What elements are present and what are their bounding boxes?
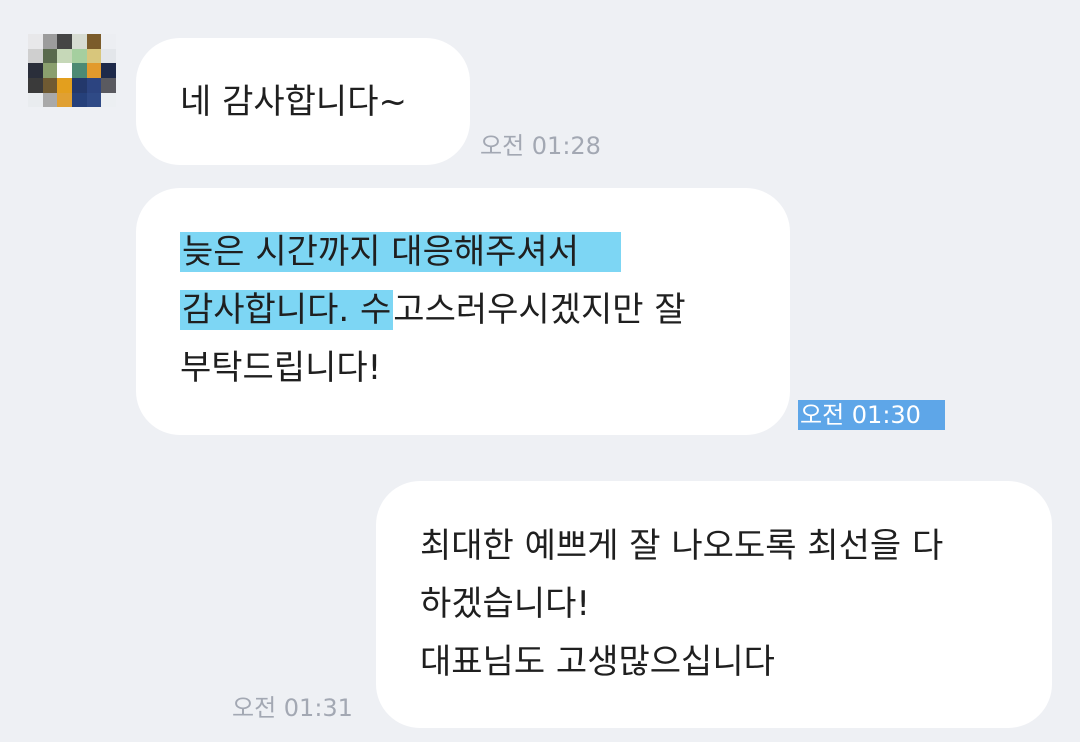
- message-text-line: 네 감사합니다~: [180, 73, 407, 131]
- avatar-pixel: [101, 63, 116, 78]
- avatar-pixel: [42, 107, 58, 122]
- avatar-pixel: [42, 78, 58, 93]
- avatar-pixel: [101, 34, 116, 49]
- avatar-pixel: [28, 48, 43, 64]
- message-timestamp-selected: 오전 01:30: [798, 400, 945, 430]
- avatar-pixel: [28, 34, 43, 49]
- avatar-pixel: [42, 34, 58, 49]
- avatar-pixel: [86, 48, 102, 64]
- avatar-pixel: [28, 107, 43, 122]
- avatar-pixel: [72, 48, 87, 64]
- message-text-line: 최대한 예쁘게 잘 나오도록 최선을 다: [420, 517, 943, 575]
- avatar-pixel: [57, 92, 72, 108]
- message-text: 부탁드립니다!: [180, 348, 382, 388]
- message-timestamp: 오전 01:31: [232, 694, 353, 722]
- avatar-pixel: [57, 63, 72, 78]
- avatar-pixel: [72, 63, 87, 78]
- message-text-line: 하겠습니다!: [420, 575, 590, 633]
- message-text: 최대한 예쁘게 잘 나오도록 최선을 다: [420, 526, 944, 566]
- avatar[interactable]: [28, 34, 116, 122]
- avatar-pixel: [57, 107, 72, 122]
- avatar-pixel: [101, 107, 116, 122]
- avatar-pixel: [28, 78, 43, 93]
- message-bubble-incoming[interactable]: 늦은 시간까지 대응해주셔서 감사합니다. 수고스러우시겠지만 잘 부탁드립니다…: [136, 188, 790, 435]
- message-text: 하겠습니다!: [420, 584, 591, 624]
- avatar-pixel: [57, 34, 72, 49]
- message-text: 대표님도 고생많으십니다: [420, 642, 775, 682]
- selected-text[interactable]: 감사합니다. 수: [180, 290, 394, 330]
- avatar-pixel: [101, 78, 116, 93]
- message-timestamp: 오전 01:28: [480, 132, 601, 160]
- avatar-pixel: [86, 78, 102, 93]
- avatar-pixel: [42, 63, 58, 78]
- avatar-pixel: [72, 92, 87, 108]
- message-bubble-incoming[interactable]: 네 감사합니다~: [136, 38, 470, 165]
- avatar-pixel: [86, 92, 102, 108]
- message-text-line: 대표님도 고생많으십니다: [420, 633, 775, 691]
- message-text-line: 늦은 시간까지 대응해주셔서: [180, 223, 621, 281]
- avatar-pixel: [86, 34, 102, 49]
- avatar-pixel: [42, 48, 58, 64]
- message-text: 네 감사합니다~: [180, 82, 407, 122]
- avatar-pixel: [28, 63, 43, 78]
- avatar-pixel: [86, 107, 102, 122]
- avatar-pixel: [101, 48, 116, 64]
- avatar-pixel: [42, 92, 58, 108]
- message-text: 고스러우시겠지만 잘: [393, 290, 686, 330]
- message-text-line: 부탁드립니다!: [180, 339, 381, 397]
- message-bubble-outgoing[interactable]: 최대한 예쁘게 잘 나오도록 최선을 다 하겠습니다! 대표님도 고생많으십니다: [376, 481, 1052, 728]
- selected-text[interactable]: 늦은 시간까지 대응해주셔서: [180, 232, 621, 272]
- avatar-pixel: [72, 107, 87, 122]
- avatar-pixel: [28, 92, 43, 108]
- avatar-pixel: [101, 92, 116, 108]
- message-text-line: 감사합니다. 수고스러우시겠지만 잘: [180, 281, 686, 339]
- avatar-pixel: [57, 78, 72, 93]
- avatar-pixel: [86, 63, 102, 78]
- avatar-pixel: [72, 78, 87, 93]
- avatar-pixel: [57, 48, 72, 64]
- avatar-pixel: [72, 34, 87, 49]
